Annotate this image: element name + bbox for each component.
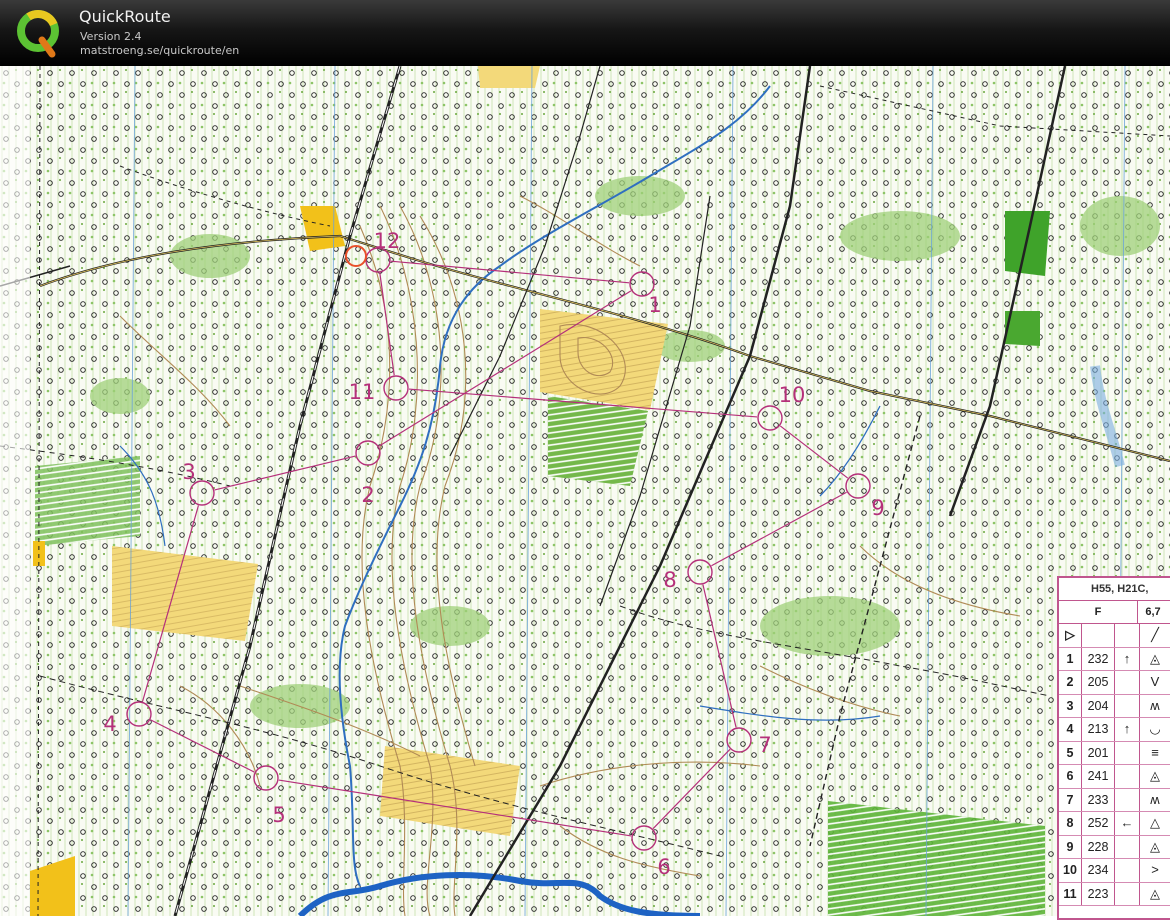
start-feature-cell [1115, 624, 1140, 647]
control-number: 11 [1059, 882, 1082, 905]
control-number: 7 [1059, 788, 1082, 811]
control-direction: ← [1115, 812, 1140, 835]
control-number: 6 [1059, 765, 1082, 788]
control-row: 2 205 V [1059, 671, 1170, 695]
app-header: QuickRoute Version 2.4 matstroeng.se/qui… [0, 0, 1170, 66]
control-feature-icon: ◬ [1150, 885, 1160, 901]
control-number-9: 9 [871, 496, 884, 520]
control-number-5: 5 [272, 803, 285, 827]
control-direction [1115, 788, 1140, 811]
control-feature-icon: > [1151, 862, 1159, 877]
control-number-8: 8 [663, 568, 676, 592]
control-feature-icon: ʍ [1150, 791, 1160, 807]
control-number: 5 [1059, 741, 1082, 764]
control-number: 8 [1059, 812, 1082, 835]
control-row: 11 223 ◬ [1059, 882, 1170, 906]
control-row: 6 241 ◬ [1059, 765, 1170, 789]
control-row: 4 213 ↑ ◡ [1059, 718, 1170, 742]
dense-forest [1005, 211, 1050, 276]
control-number: 4 [1059, 718, 1082, 741]
control-feature-icon: ◬ [1150, 650, 1160, 666]
control-direction [1115, 765, 1140, 788]
control-direction [1115, 671, 1140, 694]
control-number-4: 4 [103, 712, 116, 736]
app-version: Version 2.4 [80, 30, 142, 43]
control-number-11: 11 [349, 380, 376, 404]
control-code: 252 [1082, 812, 1115, 835]
control-feature-icon: V [1150, 674, 1160, 689]
control-number-6: 6 [657, 855, 670, 879]
control-direction: ↑ [1115, 718, 1140, 741]
control-feature-icon: ≡ [1151, 744, 1159, 760]
control-row: 5 201 ≡ [1059, 741, 1170, 765]
app-url-link[interactable]: matstroeng.se/quickroute/en [80, 44, 239, 57]
course-distance: 6,7 [1145, 606, 1161, 618]
course-class-title: H55, H21C, [1059, 578, 1170, 601]
control-direction [1115, 694, 1140, 717]
control-direction: ↑ [1115, 647, 1140, 670]
control-row: 9 228 ◬ [1059, 835, 1170, 859]
control-row: 1 232 ↑ ◬ [1059, 647, 1170, 671]
control-number-1: 1 [648, 293, 661, 317]
control-row: 8 252 ← △ [1059, 812, 1170, 836]
control-code: 228 [1082, 835, 1115, 858]
control-number-7: 7 [758, 733, 771, 757]
control-direction [1115, 835, 1140, 858]
map-canvas[interactable]: 1 2 3 4 5 6 7 8 9 10 11 12 H55, H21C, F 6,7 ▷ ╱ 1 23… [0, 66, 1170, 920]
course-letter: F [1059, 601, 1138, 623]
control-number-12: 12 [374, 229, 401, 253]
control-feature-icon: △ [1150, 815, 1160, 830]
orienteering-map[interactable]: 123456789101112 [0, 66, 1170, 916]
control-code: 213 [1082, 718, 1115, 741]
control-row: 7 233 ʍ [1059, 788, 1170, 812]
control-feature-icon: ◬ [1150, 768, 1160, 783]
control-number-2: 2 [361, 483, 374, 507]
control-number: 1 [1059, 647, 1082, 670]
control-direction [1115, 741, 1140, 764]
control-code: 241 [1082, 765, 1115, 788]
control-feature-icon: ʍ [1150, 697, 1160, 713]
control-direction [1115, 859, 1140, 882]
control-code: 223 [1082, 882, 1115, 905]
control-code: 201 [1082, 741, 1115, 764]
control-number-10: 10 [779, 383, 806, 407]
course-info-row: F 6,7 [1059, 601, 1170, 624]
control-rows: 1 232 ↑ ◬ 2 205 V 3 204 ʍ 4 213 ↑ ◡ 5 201 ≡ 6 241 ◬ 7 233 ʍ 8 25… [1059, 647, 1170, 906]
control-row: 3 204 ʍ [1059, 694, 1170, 718]
start-symbol-icon: ╱ [1151, 627, 1159, 642]
control-row: 10 234 > [1059, 859, 1170, 883]
control-direction [1115, 882, 1140, 905]
control-number-3: 3 [182, 460, 195, 484]
control-description-card: H55, H21C, F 6,7 ▷ ╱ 1 232 ↑ ◬ 2 205 V 3 204 ʍ 4 21… [1057, 576, 1170, 920]
control-code: 205 [1082, 671, 1115, 694]
control-code: 232 [1082, 647, 1115, 670]
control-code: 233 [1082, 788, 1115, 811]
app-title: QuickRoute [79, 7, 171, 26]
control-code: 234 [1082, 859, 1115, 882]
control-number: 3 [1059, 694, 1082, 717]
control-code: 204 [1082, 694, 1115, 717]
control-feature-icon: ◬ [1150, 838, 1160, 854]
start-row: ▷ ╱ [1059, 624, 1170, 648]
start-triangle-icon: ▷ [1059, 624, 1082, 647]
control-number: 2 [1059, 671, 1082, 694]
control-number: 9 [1059, 835, 1082, 858]
control-feature-icon: ◡ [1149, 721, 1161, 736]
control-number: 10 [1059, 859, 1082, 882]
start-code-cell [1082, 624, 1115, 647]
quickroute-logo-icon [17, 10, 59, 58]
